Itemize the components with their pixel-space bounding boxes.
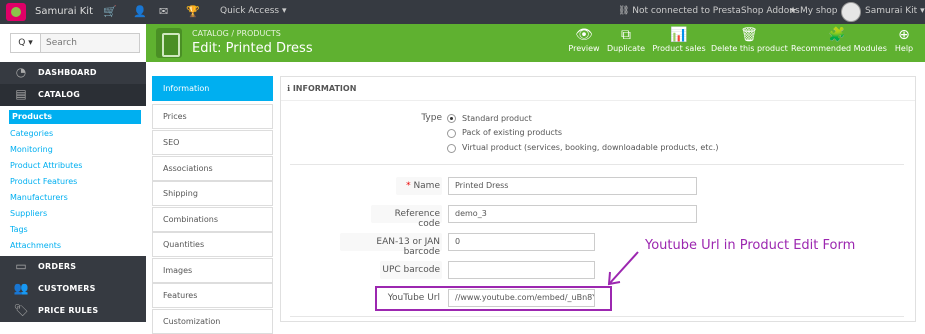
- cart-icon[interactable]: 🛒: [103, 5, 117, 18]
- page-header: CATALOG / PRODUCTS Edit: Printed Dress 👁…: [146, 24, 925, 62]
- reference-field[interactable]: demo_3: [448, 205, 697, 223]
- upc-field[interactable]: [448, 261, 595, 279]
- tab-seo[interactable]: SEO: [152, 130, 273, 155]
- submenu-tags[interactable]: Tags: [10, 225, 28, 234]
- catalog-book-icon: [156, 28, 182, 58]
- divider: [290, 164, 904, 165]
- tab-features[interactable]: Features: [152, 283, 273, 308]
- name-label: * Name: [406, 181, 440, 191]
- submenu-categories[interactable]: Categories: [10, 129, 53, 138]
- puzzle-icon: 🧩: [828, 27, 846, 43]
- ean-label: EAN-13 or JAN barcode: [376, 237, 440, 257]
- prestashop-logo[interactable]: [6, 3, 26, 21]
- quick-access-menu[interactable]: Quick Access ▾: [220, 6, 287, 16]
- user-menu[interactable]: Samurai Kit ▾: [865, 6, 925, 16]
- option-standard-product: Standard product: [462, 114, 532, 123]
- lifebuoy-icon: ⊕: [898, 27, 910, 43]
- duplicate-button[interactable]: ⧉ Duplicate: [605, 26, 647, 60]
- product-tabs: Information Prices SEO Associations Ship…: [152, 76, 273, 334]
- highlight-box: [375, 286, 612, 311]
- mail-icon[interactable]: ✉: [159, 5, 168, 18]
- sidebar: Q ▾ ◔ DASHBOARD ▤ CATALOG Products Categ…: [0, 24, 146, 322]
- user-icon[interactable]: 👤: [133, 5, 147, 18]
- tab-shipping[interactable]: Shipping: [152, 181, 273, 206]
- tab-prices[interactable]: Prices: [152, 104, 273, 129]
- trophy-icon[interactable]: 🏆: [186, 5, 200, 18]
- copy-icon: ⧉: [621, 27, 631, 43]
- credit-card-icon: ▭: [15, 259, 27, 273]
- book-icon: ▤: [15, 87, 27, 101]
- addons-connection-status[interactable]: ⛓ Not connected to PrestaShop Addons: [618, 6, 800, 16]
- option-virtual-product: Virtual product (services, booking, down…: [462, 143, 719, 152]
- sidebar-item-dashboard[interactable]: ◔ DASHBOARD: [0, 62, 146, 84]
- panel-heading: ℹ INFORMATION: [281, 77, 915, 101]
- page-title: Edit: Printed Dress: [192, 41, 313, 56]
- tab-combinations[interactable]: Combinations: [152, 207, 273, 232]
- submenu-product-features[interactable]: Product Features: [10, 177, 77, 186]
- help-button[interactable]: ⊕ Help: [892, 26, 916, 60]
- sidebar-item-price-rules[interactable]: 🏷 PRICE RULES: [0, 300, 146, 322]
- reference-label: Reference code: [394, 209, 440, 229]
- search-type-button[interactable]: Q ▾: [11, 34, 41, 52]
- submenu-attachments[interactable]: Attachments: [10, 241, 61, 250]
- product-sales-button[interactable]: 📊 Product sales: [651, 26, 707, 60]
- submenu-products[interactable]: Products: [9, 110, 141, 124]
- search-box: Q ▾: [10, 33, 140, 53]
- option-pack-products: Pack of existing products: [462, 128, 563, 137]
- tab-associations[interactable]: Associations: [152, 156, 273, 181]
- top-navbar: Samurai Kit 🛒 👤 ✉ 🏆 Quick Access ▾ ⛓ Not…: [0, 0, 925, 24]
- preview-button[interactable]: 👁 Preview: [566, 26, 602, 60]
- delete-product-button[interactable]: 🗑 Delete this product: [711, 26, 788, 60]
- radio-pack-products[interactable]: [447, 129, 456, 138]
- submenu-suppliers[interactable]: Suppliers: [10, 209, 47, 218]
- annotation-text: Youtube Url in Product Edit Form: [645, 238, 856, 253]
- shop-name[interactable]: Samurai Kit: [35, 6, 93, 17]
- ean-field[interactable]: 0: [448, 233, 595, 251]
- annotation-arrow: [607, 251, 639, 286]
- users-icon: 👥: [13, 281, 29, 295]
- tab-images[interactable]: Images: [152, 258, 273, 283]
- dashboard-icon: ◔: [15, 65, 27, 79]
- tab-information[interactable]: Information: [152, 76, 273, 101]
- star-icon: ★: [789, 6, 800, 16]
- divider: [290, 316, 904, 317]
- breadcrumb: CATALOG / PRODUCTS: [192, 29, 281, 38]
- eye-icon: 👁: [575, 27, 593, 43]
- tab-quantities[interactable]: Quantities: [152, 232, 273, 257]
- radio-standard-product[interactable]: [447, 114, 456, 123]
- submenu-monitoring[interactable]: Monitoring: [10, 145, 53, 154]
- sidebar-item-catalog[interactable]: ▤ CATALOG: [0, 84, 146, 106]
- recommended-modules-button[interactable]: 🧩 Recommended Modules: [791, 26, 887, 60]
- search-input[interactable]: [42, 35, 138, 51]
- trash-icon: 🗑: [740, 27, 758, 43]
- my-shop-link[interactable]: ★ My shop: [789, 6, 838, 16]
- sidebar-item-orders[interactable]: ▭ ORDERS: [0, 256, 146, 278]
- type-label: Type: [421, 113, 442, 123]
- name-field[interactable]: Printed Dress: [448, 177, 697, 195]
- avatar[interactable]: [841, 2, 861, 22]
- submenu-manufacturers[interactable]: Manufacturers: [10, 193, 68, 202]
- upc-label: UPC barcode: [382, 265, 440, 275]
- radio-virtual-product[interactable]: [447, 144, 456, 153]
- sidebar-item-customers[interactable]: 👥 CUSTOMERS: [0, 278, 146, 300]
- bar-chart-icon: 📊: [670, 27, 688, 43]
- tag-icon: 🏷: [13, 303, 29, 317]
- link-icon: ⛓: [618, 6, 633, 16]
- submenu-product-attributes[interactable]: Product Attributes: [10, 161, 82, 170]
